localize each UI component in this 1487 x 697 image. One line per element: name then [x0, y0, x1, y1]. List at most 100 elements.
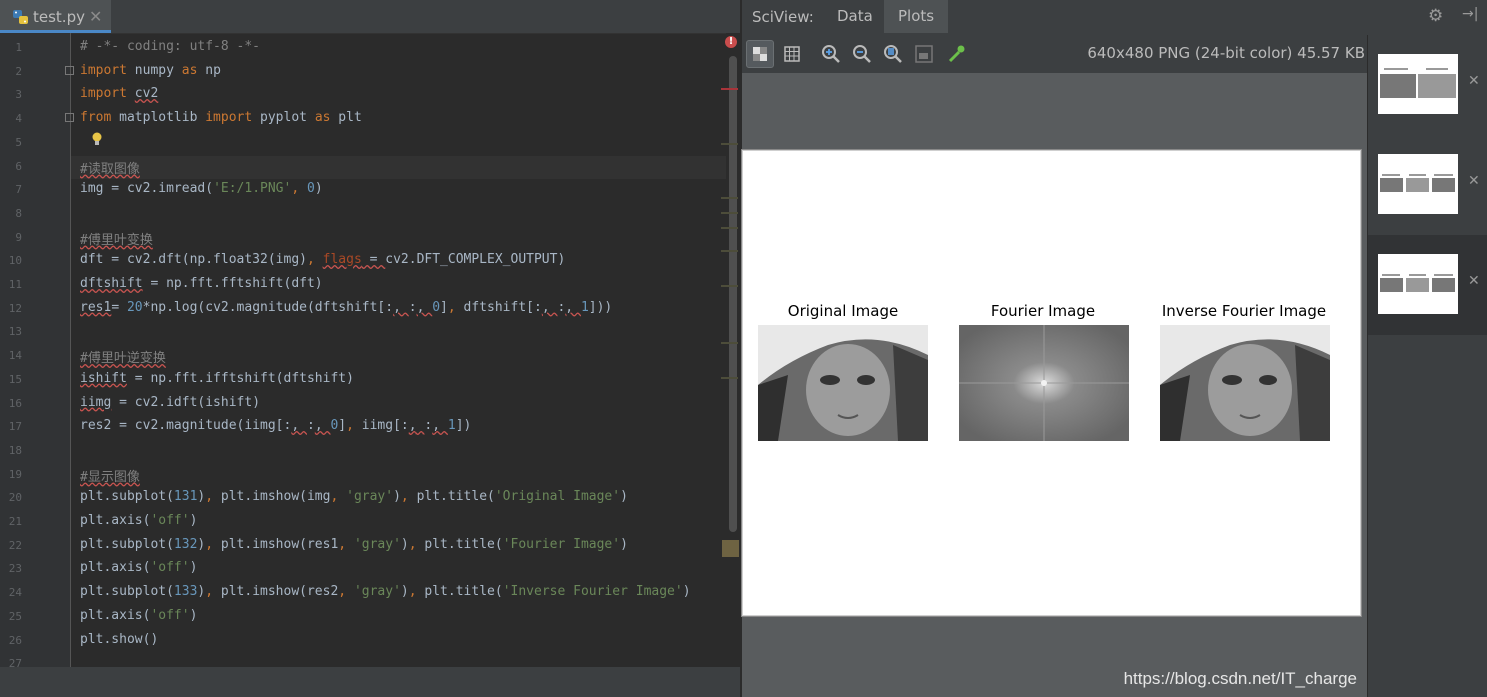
code-token: res1	[80, 299, 112, 315]
thumbnail-close-icon[interactable]: ✕	[1468, 173, 1480, 189]
code-line[interactable]: import numpy as np	[80, 63, 221, 78]
code-line[interactable]: ishift = np.fft.ifftshift(dftshift)	[80, 371, 354, 386]
code-token: plt.subplot(	[80, 536, 174, 552]
code-token: ]))	[588, 299, 613, 315]
plot-viewer[interactable]: Original Image Fourier Image Inverse Fou…	[741, 73, 1367, 697]
thumbnail-item[interactable]: ✕	[1368, 135, 1487, 235]
code-token: ,	[565, 299, 581, 315]
code-token: #傅里叶变换	[80, 232, 153, 248]
scroll-marker	[721, 197, 738, 199]
code-line[interactable]: plt.subplot(132), plt.imshow(res1, 'gray…	[80, 537, 628, 552]
code-line[interactable]: plt.show()	[80, 632, 158, 647]
code-line[interactable]: #显示图像	[80, 466, 140, 485]
code-token: )	[620, 489, 628, 505]
fit-to-window-button[interactable]	[910, 40, 938, 68]
code-token: # -*- coding: utf-8 -*-	[80, 39, 261, 54]
code-line[interactable]: iimg = cv2.idft(ishift)	[80, 395, 260, 410]
code-line[interactable]: plt.axis('off')	[80, 513, 197, 528]
chessboard-toggle-button[interactable]	[746, 40, 774, 68]
code-token: )	[400, 584, 409, 600]
code-token: :	[408, 299, 417, 315]
sciview-header: SciView: Data Plots ⚙ →|	[742, 0, 1487, 33]
code-token: )	[189, 607, 198, 623]
code-token: ,	[393, 299, 409, 315]
code-line[interactable]: dftshift = np.fft.fftshift(dft)	[80, 276, 323, 291]
thumbnail-close-icon[interactable]: ✕	[1468, 273, 1480, 289]
line-number: 20	[8, 491, 22, 505]
scroll-marker	[721, 342, 738, 344]
fold-marker-icon[interactable]	[65, 113, 74, 122]
code-token: ,	[338, 584, 354, 600]
code-token: ,	[314, 418, 331, 434]
code-token: plt.imshow(img	[220, 489, 331, 505]
thumbnail-item[interactable]: ✕	[1368, 35, 1487, 135]
code-line[interactable]: #读取图像	[80, 158, 140, 177]
code-line[interactable]: plt.subplot(133), plt.imshow(res2, 'gray…	[80, 584, 691, 599]
code-token: as	[314, 110, 331, 126]
code-line[interactable]: #傅里叶逆变换	[80, 347, 166, 366]
hide-panel-icon[interactable]: →|	[1462, 6, 1478, 22]
code-token: plt.show()	[80, 631, 159, 647]
tab-data[interactable]: Data	[823, 0, 887, 33]
zoom-in-button[interactable]	[817, 40, 845, 68]
code-token: ])	[455, 418, 472, 434]
code-token: 'gray'	[346, 489, 394, 505]
line-number: 25	[8, 609, 22, 623]
code-token: plt	[330, 110, 362, 126]
code-line[interactable]: plt.axis('off')	[80, 560, 197, 575]
code-line[interactable]: #傅里叶变换	[80, 229, 153, 248]
lightbulb-icon[interactable]	[92, 132, 102, 146]
code-line[interactable]: dft = cv2.dft(np.float32(img), flags = c…	[80, 252, 565, 267]
error-indicator-icon[interactable]: !	[725, 36, 737, 48]
fit-icon	[915, 45, 933, 63]
tab-test-py[interactable]: test.py ✕	[0, 0, 111, 33]
code-line[interactable]: plt.axis('off')	[80, 608, 197, 623]
sciview-title: SciView:	[752, 8, 814, 26]
code-line[interactable]: from matplotlib import pyplot as plt	[80, 110, 362, 125]
line-number: 8	[15, 206, 22, 220]
line-number: 12	[8, 301, 22, 315]
scroll-position-indicator[interactable]	[722, 540, 739, 557]
subplot-title-original: Original Image	[787, 302, 899, 320]
editor-scrollbar-thumb[interactable]	[729, 56, 737, 532]
code-area[interactable]: # -*- coding: utf-8 -*- import numpy as n…	[71, 33, 726, 667]
code-line[interactable]: img = cv2.imread('E:/1.PNG', 0)	[80, 181, 323, 196]
plot-toolbar: 640x480 PNG (24-bit color) 45.57 KB	[742, 35, 1367, 73]
grid-toggle-button[interactable]	[778, 40, 806, 68]
code-token: as	[181, 62, 198, 78]
code-token: )	[189, 560, 198, 576]
code-token: plt.subplot(	[80, 584, 174, 600]
current-line-highlight	[71, 155, 726, 179]
code-line[interactable]: # -*- coding: utf-8 -*-	[80, 39, 260, 54]
code-line[interactable]: plt.subplot(131), plt.imshow(img, 'gray'…	[80, 489, 628, 504]
code-line[interactable]: import cv2	[80, 86, 158, 101]
code-editor[interactable]: test.py ✕ 1 2 3 4 5 6 7 8 9 10 11 12 13 14 15 16 17 18 19 2…	[0, 0, 740, 697]
plot-thumbnail-list[interactable]: ✕ ✕ ✕	[1367, 35, 1487, 697]
line-number: 3	[15, 88, 22, 102]
line-number: 13	[8, 325, 22, 339]
color-picker-button[interactable]	[942, 40, 970, 68]
editor-bottom-bar	[0, 667, 740, 697]
code-token: dft = cv2.dft(np.float32(img)	[80, 252, 307, 268]
zoom-in-icon	[822, 45, 840, 63]
actual-size-button[interactable]	[879, 40, 907, 68]
image-info-label: 640x480 PNG (24-bit color) 45.57 KB	[1087, 44, 1365, 62]
plot-image: Original Image Fourier Image Inverse Fou…	[741, 149, 1362, 617]
code-token: ,	[338, 536, 354, 552]
code-line[interactable]: res1= 20*np.log(cv2.magnitude(dftshift[:…	[80, 300, 612, 315]
tab-plots[interactable]: Plots	[884, 0, 949, 33]
code-token: np	[197, 62, 221, 78]
code-line[interactable]: res2 = cv2.magnitude(iimg[:, :, 0], iimg…	[80, 418, 471, 433]
zoom-out-button[interactable]	[848, 40, 876, 68]
code-token: ,	[416, 299, 433, 315]
code-token: 20	[126, 299, 143, 315]
tab-close-icon[interactable]: ✕	[89, 7, 102, 26]
gear-icon[interactable]: ⚙	[1428, 6, 1443, 26]
thumbnail-close-icon[interactable]: ✕	[1468, 73, 1480, 89]
code-token: ishift	[80, 370, 127, 386]
fold-marker-icon[interactable]	[65, 66, 74, 75]
code-token: ,	[291, 418, 307, 434]
thumbnail-item-selected[interactable]: ✕	[1368, 235, 1487, 335]
fourier-image	[959, 325, 1129, 441]
